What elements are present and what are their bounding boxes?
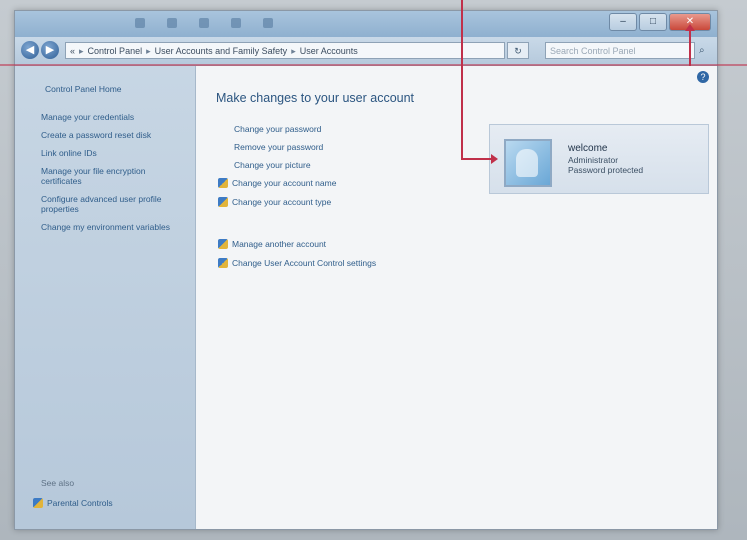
uac-settings-link[interactable]: Change User Account Control settings <box>218 258 376 268</box>
uac-shield-icon <box>218 258 228 268</box>
callout-line-close <box>689 30 691 66</box>
sidebar-item-parental-controls[interactable]: Parental Controls <box>33 498 113 508</box>
uac-shield-icon <box>218 197 228 207</box>
user-account-tile: welcome Administrator Password protected <box>489 124 709 194</box>
change-account-type-label: Change your account type <box>232 197 332 207</box>
sidebar: Control Panel Home Manage your credentia… <box>15 66 196 529</box>
user-avatar <box>504 139 552 187</box>
help-icon[interactable]: ? <box>697 71 709 83</box>
maximize-button[interactable]: □ <box>639 13 667 31</box>
change-picture-link[interactable]: Change your picture <box>234 160 311 170</box>
toolbar-icon <box>199 18 209 28</box>
callout-arrow-up <box>685 24 695 31</box>
uac-settings-label: Change User Account Control settings <box>232 258 377 268</box>
change-account-name-label: Change your account name <box>232 178 337 188</box>
minimize-button[interactable]: – <box>609 13 637 31</box>
parental-controls-icon <box>33 498 43 508</box>
account-status: Password protected <box>568 165 644 175</box>
address-bar[interactable]: «▸ Control Panel ▸ User Accounts and Family… <box>65 42 505 59</box>
title-bar: – □ ✕ <box>15 11 717 37</box>
uac-shield-icon <box>218 178 228 188</box>
toolbar-icon <box>263 18 273 28</box>
callout-line-vertical <box>461 0 463 160</box>
sidebar-item-environment-variables[interactable]: Change my environment variables <box>41 222 187 232</box>
breadcrumb-user-accounts-family-safety[interactable]: User Accounts and Family Safety <box>155 46 288 56</box>
breadcrumb-control-panel[interactable]: Control Panel <box>88 46 143 56</box>
account-name: welcome <box>568 143 608 154</box>
forward-button[interactable]: ▶ <box>41 41 59 59</box>
sidebar-item-profile-properties[interactable]: Configure advanced user profile properti… <box>41 194 187 214</box>
parental-controls-label: Parental Controls <box>47 498 113 508</box>
toolbar-icon <box>135 18 145 28</box>
change-password-link[interactable]: Change your password <box>234 124 321 134</box>
page-title: Make changes to your user account <box>216 91 415 105</box>
back-button[interactable]: ◀ <box>21 41 39 59</box>
main-content: ? Make changes to your user account Chan… <box>196 66 717 529</box>
refresh-button[interactable]: ↻ <box>507 42 529 59</box>
address-row: ◀ ▶ «▸ Control Panel ▸ User Accounts and Fa… <box>15 37 717 66</box>
change-account-type-link[interactable]: Change your account type <box>218 197 331 207</box>
callout-line-to-tile <box>461 158 495 160</box>
user-accounts-window: – □ ✕ ◀ ▶ «▸ Control Panel ▸ User Accounts … <box>14 10 718 530</box>
sidebar-item-link-online-ids[interactable]: Link online IDs <box>41 148 187 158</box>
sidebar-item-password-reset-disk[interactable]: Create a password reset disk <box>41 130 187 140</box>
callout-arrow-right <box>491 154 498 164</box>
search-input[interactable]: Search Control Panel <box>545 42 695 59</box>
search-icon[interactable]: ⌕ <box>699 42 713 59</box>
manage-another-account-link[interactable]: Manage another account <box>218 239 326 249</box>
sidebar-item-file-encryption[interactable]: Manage your file encryption certificates <box>41 166 187 186</box>
toolbar-icon <box>167 18 177 28</box>
uac-shield-icon <box>218 239 228 249</box>
callout-line-horizontal <box>0 64 747 66</box>
toolbar-icon <box>231 18 241 28</box>
account-role: Administrator <box>568 155 619 165</box>
sidebar-item-manage-credentials[interactable]: Manage your credentials <box>41 112 187 122</box>
window-controls: – □ ✕ <box>609 13 711 31</box>
see-also-heading: See also <box>41 478 75 488</box>
manage-another-account-label: Manage another account <box>232 239 327 249</box>
change-account-name-link[interactable]: Change your account name <box>218 178 336 188</box>
breadcrumb-user-accounts[interactable]: User Accounts <box>300 46 358 56</box>
sidebar-control-panel-home[interactable]: Control Panel Home <box>45 84 191 94</box>
title-bar-icons <box>135 18 273 28</box>
remove-password-link[interactable]: Remove your password <box>234 142 323 152</box>
